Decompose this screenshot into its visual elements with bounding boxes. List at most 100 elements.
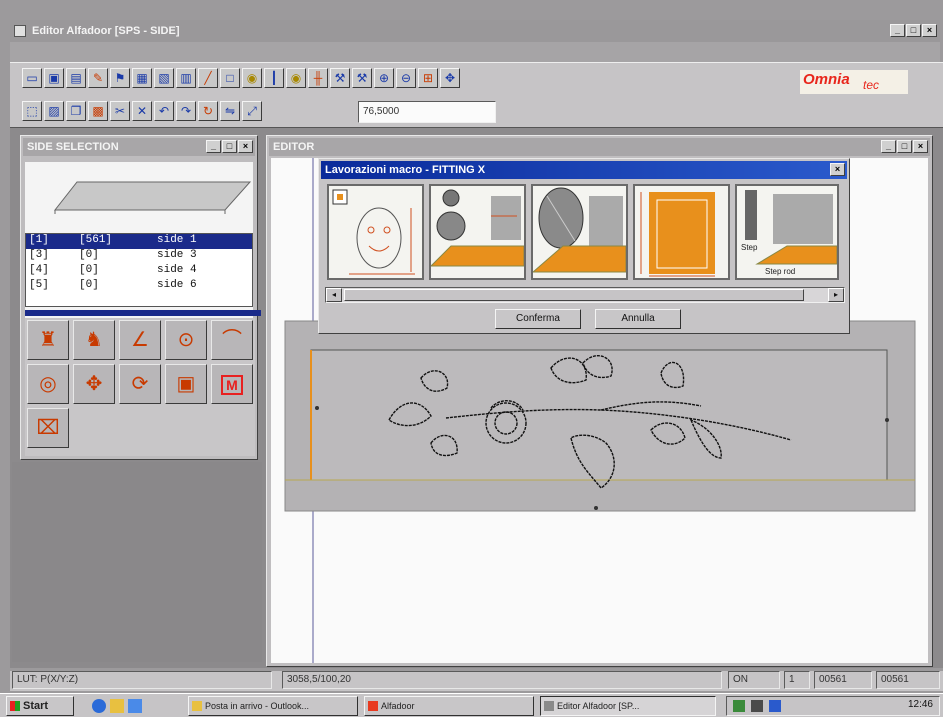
ie-icon[interactable] [92,699,106,713]
menu-bar [10,42,940,62]
undo-icon[interactable]: ↶ [154,101,174,121]
macro-m-icon[interactable]: M [211,364,253,404]
line-icon[interactable]: ╱ [198,68,218,88]
close-icon[interactable]: × [830,163,845,176]
cut-icon[interactable]: ✂ [110,101,130,121]
grid-icon[interactable]: ▦ [132,68,152,88]
brush-icon[interactable]: ▥ [176,68,196,88]
macro-thumbnail-face[interactable] [327,184,424,280]
scroll-left-icon[interactable]: ◂ [326,288,342,302]
side-list-col2: [0] [79,279,99,291]
tray-icon-volume[interactable] [751,700,763,712]
zoom-out-icon[interactable]: ⊖ [396,68,416,88]
mirror-icon[interactable]: ⇋ [220,101,240,121]
image-icon[interactable]: ▧ [154,68,174,88]
minimize-icon[interactable]: _ [890,24,905,37]
maximize-icon[interactable]: □ [897,140,912,153]
start-button[interactable]: Start [6,696,74,716]
lightbulb-icon[interactable]: ◉ [242,68,262,88]
outlook-icon[interactable] [110,699,124,713]
vertical-icon[interactable]: ┃ [264,68,284,88]
toolbar-row-1: ▭ ▣ ▤ ✎ ⚑ ▦ ▧ ▥ ╱ □ ◉ ┃ ◉ ╫ ⚒ ⚒ ⊕ ⊖ ⊞ ✥ [22,68,460,88]
pencil-icon[interactable]: ✎ [88,68,108,88]
save-icon[interactable]: ▣ [44,68,64,88]
face-template-icon [332,189,415,275]
editor-icon [544,701,554,711]
close-icon[interactable]: × [238,140,253,153]
minimize-icon[interactable]: _ [206,140,221,153]
rotate-icon[interactable]: ↻ [198,101,218,121]
select-icon[interactable]: ⬚ [22,101,42,121]
cancel-button[interactable]: Annulla [595,309,681,329]
minimize-icon[interactable]: _ [881,140,896,153]
move-tool-icon[interactable]: ✥ [73,364,115,404]
maximize-icon[interactable]: □ [222,140,237,153]
tray-icon-app[interactable] [769,700,781,712]
task-alfadoor[interactable]: Alfadoor [364,696,534,716]
print-icon[interactable]: ▤ [66,68,86,88]
mail-icon [192,701,202,711]
macro-dialog-title: Lavorazioni macro - FITTING X [325,164,486,176]
macro-thumbnail-rack[interactable]: Step Step rod [735,184,839,280]
confirm-button[interactable]: Conferma [495,309,581,329]
lightbulb-icon[interactable]: ◉ [286,68,306,88]
delete-icon[interactable]: ✕ [132,101,152,121]
open-tool-icon[interactable]: ▣ [165,364,207,404]
open-icon[interactable]: ▭ [22,68,42,88]
redo-icon[interactable]: ↷ [176,101,196,121]
thumbnail-scrollbar[interactable]: ◂ ▸ [325,287,845,303]
maximize-icon[interactable]: □ [906,24,921,37]
task-outlook[interactable]: Posta in arrivo - Outlook... [188,696,358,716]
side-list-item[interactable]: [3] [0] side 3 [26,249,252,264]
side-list-item[interactable]: [5] [0] side 6 [26,279,252,294]
side-list-col3: side 3 [157,249,197,261]
copy-icon[interactable]: ❐ [66,101,86,121]
system-tray: 12:46 [726,696,940,716]
macro-m-label: M [221,375,243,395]
tool-icon[interactable]: ⚒ [352,68,372,88]
circle-tool-icon[interactable]: ◎ [27,364,69,404]
pan-icon[interactable]: ✥ [440,68,460,88]
side-list-item[interactable]: [4] [0] side 4 [26,264,252,279]
close-icon[interactable]: × [922,24,937,37]
macro-thumbnail-panel[interactable] [633,184,730,280]
tool-icon[interactable]: ⚒ [330,68,350,88]
panel-fitting-icon [640,192,715,277]
task-editor[interactable]: Editor Alfadoor [SP... [540,696,716,716]
desktop-icon[interactable] [128,699,142,713]
side-list-col3: side 6 [157,279,197,291]
side-list-col3: side 1 [157,234,197,246]
thumb-label-step-rod: Step rod [765,267,795,276]
close-icon[interactable]: × [913,140,928,153]
side-list-item[interactable]: [1] [561] side 1 [26,234,252,249]
square-icon[interactable]: □ [220,68,240,88]
toolbar-value-field[interactable]: 76,5000 [358,101,496,123]
toolbar-row-2: ⬚ ▨ ❐ ▩ ✂ ✕ ↶ ↷ ↻ ⇋ ⤢ [22,101,262,121]
scroll-thumb[interactable] [344,289,804,301]
curve-tool-icon[interactable]: ⌒ [211,320,253,360]
macro-thumbnail-oval[interactable] [531,184,628,280]
status-bar: LUT: P(X/Y:Z) 3058,5/100,20 ON 1 00561 0… [10,671,943,691]
side-list-col1: [4] [29,264,49,276]
flag-icon[interactable]: ⚑ [110,68,130,88]
paste-icon[interactable]: ▩ [88,101,108,121]
macro-thumbnail-sink[interactable] [429,184,526,280]
rotate-tool-icon[interactable]: ⟳ [119,364,161,404]
drill-tool-icon[interactable]: ⊙ [165,320,207,360]
rack-fitting-icon: Step Step rod [741,190,837,276]
scroll-right-icon[interactable]: ▸ [828,288,844,302]
tray-icon-network[interactable] [733,700,745,712]
layer-icon[interactable]: ▨ [44,101,64,121]
zoom-in-icon[interactable]: ⊕ [374,68,394,88]
zoom-fit-icon[interactable]: ⊞ [418,68,438,88]
scale-icon[interactable]: ⤢ [242,101,262,121]
bottle-tool-icon[interactable]: ♜ [27,320,69,360]
angle-tool-icon[interactable]: ∠ [119,320,161,360]
side-list-col2: [561] [79,234,113,246]
status-count-1: 00561 [814,671,872,689]
cut-tool-icon[interactable]: ⌧ [27,408,69,448]
tray-clock: 12:46 [907,699,933,710]
profile-tool-icon[interactable]: ♞ [73,320,115,360]
side-window-title: SIDE SELECTION [27,141,119,153]
split-icon[interactable]: ╫ [308,68,328,88]
